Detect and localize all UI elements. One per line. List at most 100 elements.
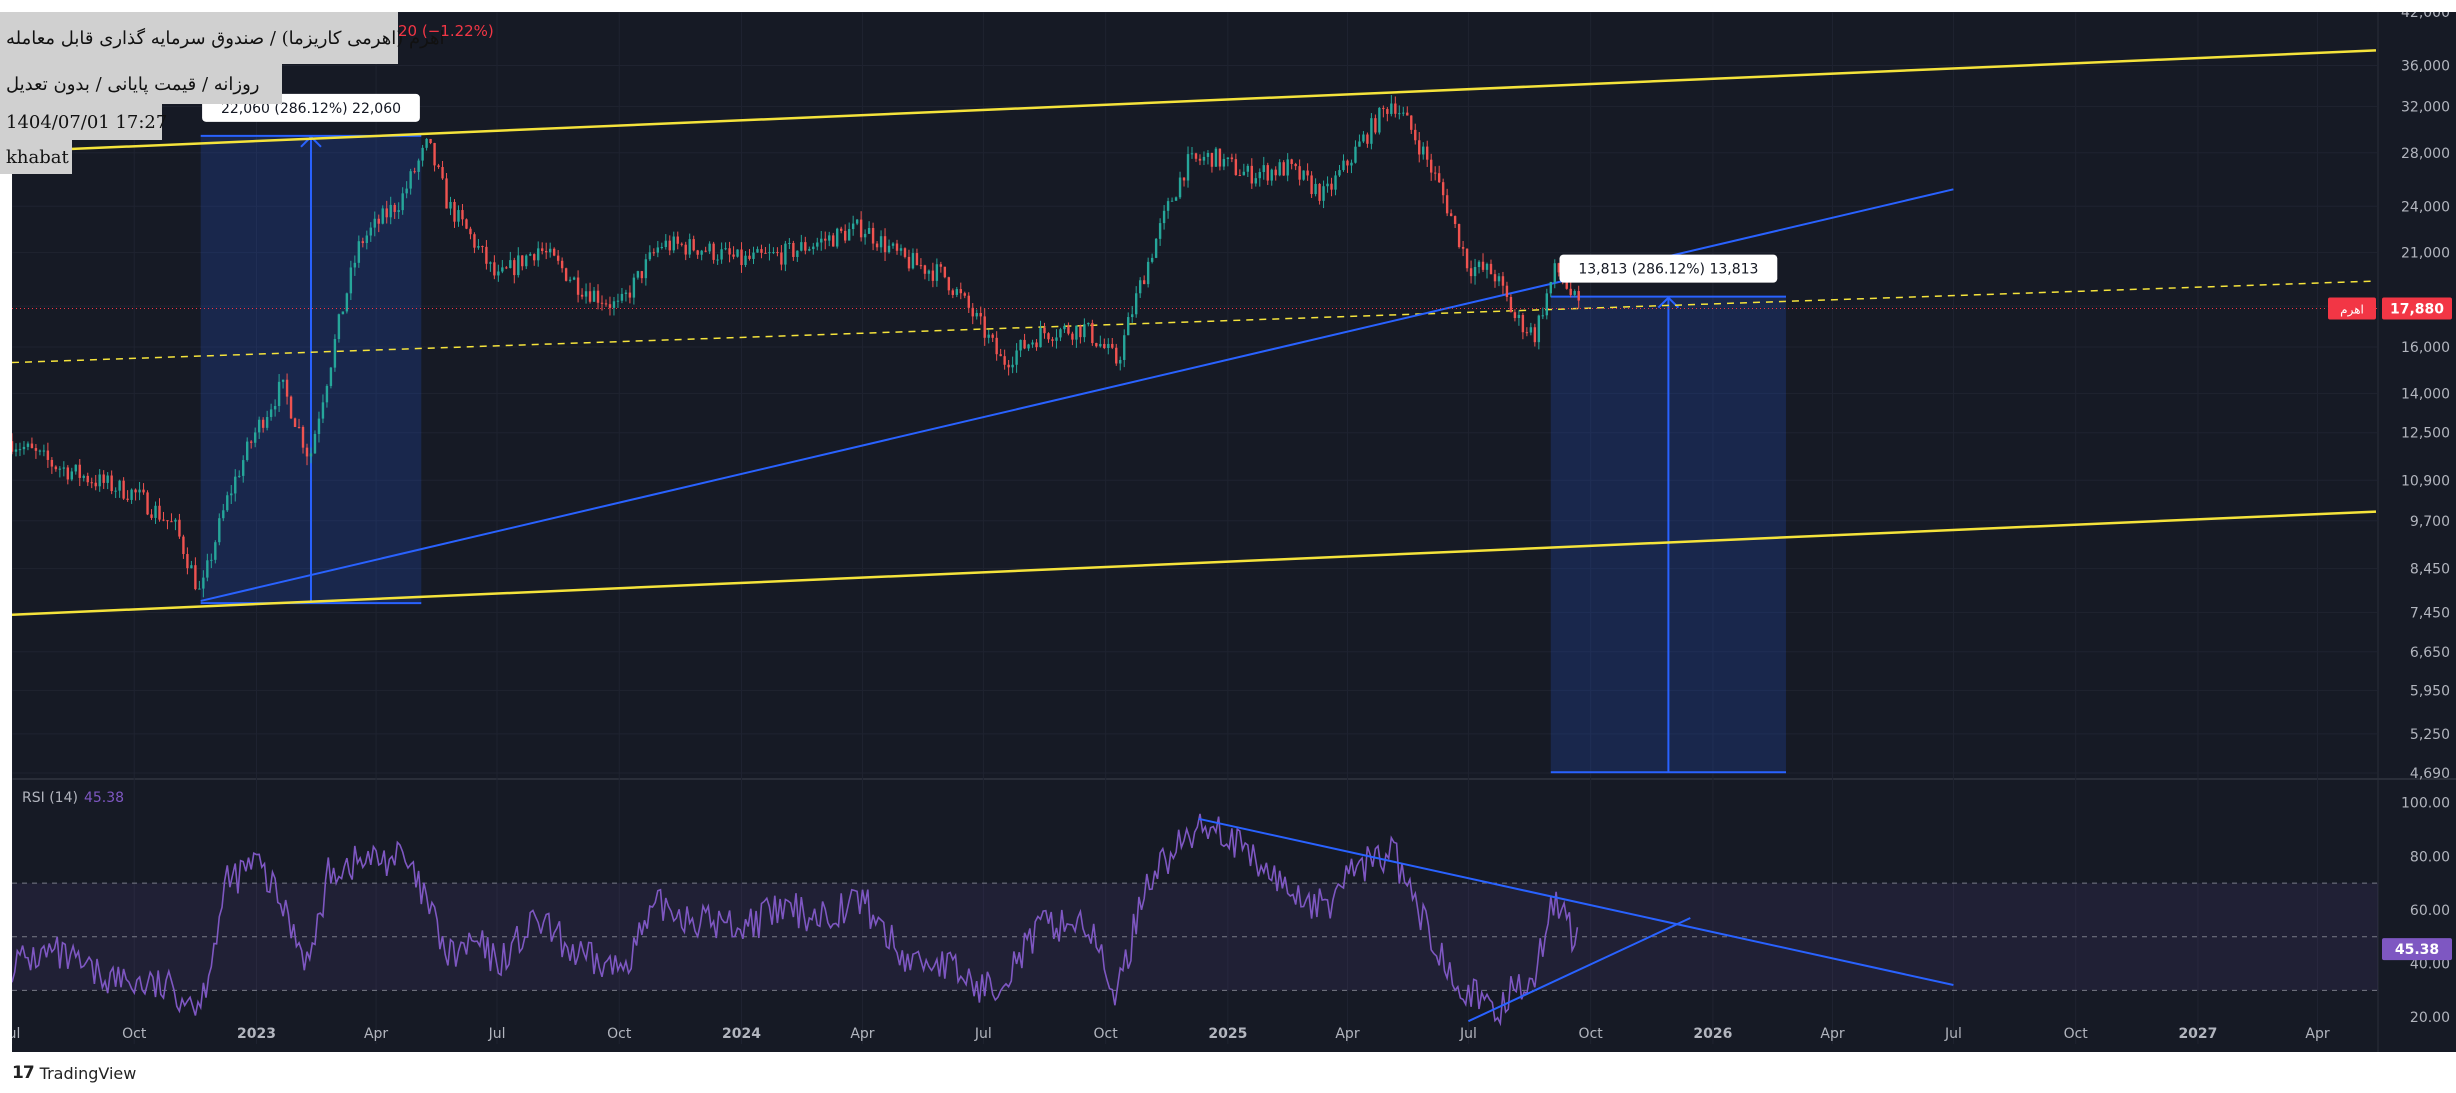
- candle-body[interactable]: [1134, 293, 1138, 315]
- candle-body[interactable]: [652, 252, 656, 254]
- candle-body[interactable]: [1541, 315, 1545, 317]
- candle-body[interactable]: [756, 249, 759, 253]
- candle-body[interactable]: [301, 426, 305, 448]
- candle-body[interactable]: [174, 519, 177, 522]
- candle-body[interactable]: [999, 354, 1002, 357]
- candle-body[interactable]: [273, 406, 277, 410]
- candle-body[interactable]: [50, 459, 54, 467]
- candle-body[interactable]: [1150, 257, 1154, 262]
- candle-body[interactable]: [170, 521, 173, 523]
- candle-body[interactable]: [329, 367, 333, 386]
- candle-body[interactable]: [1433, 172, 1437, 174]
- candle-body[interactable]: [748, 255, 751, 259]
- candle-body[interactable]: [1354, 146, 1357, 163]
- candle-body[interactable]: [955, 289, 959, 295]
- candle-body[interactable]: [1461, 247, 1465, 249]
- candle-body[interactable]: [760, 249, 763, 253]
- candle-body[interactable]: [672, 236, 675, 251]
- candle-body[interactable]: [1441, 182, 1445, 196]
- candle-body[interactable]: [118, 480, 121, 491]
- candle-body[interactable]: [712, 243, 715, 260]
- candle-body[interactable]: [341, 311, 345, 315]
- candle-body[interactable]: [1210, 152, 1214, 167]
- candle-body[interactable]: [86, 475, 89, 483]
- candle-body[interactable]: [1414, 129, 1417, 141]
- candle-body[interactable]: [230, 493, 233, 496]
- candle-body[interactable]: [1406, 112, 1409, 116]
- candle-body[interactable]: [337, 314, 341, 340]
- candle-body[interactable]: [700, 250, 703, 255]
- candle-body[interactable]: [772, 252, 775, 254]
- candle-body[interactable]: [560, 260, 564, 269]
- candle-body[interactable]: [919, 265, 923, 267]
- candle-body[interactable]: [1111, 343, 1114, 348]
- candle-body[interactable]: [1358, 141, 1361, 147]
- candle-body[interactable]: [1477, 261, 1481, 268]
- candle-body[interactable]: [1027, 344, 1030, 349]
- candle-body[interactable]: [847, 229, 851, 241]
- candle-body[interactable]: [684, 244, 687, 255]
- candle-body[interactable]: [995, 337, 998, 355]
- candle-body[interactable]: [1138, 280, 1142, 294]
- candle-body[interactable]: [1222, 159, 1226, 167]
- candle-body[interactable]: [62, 467, 66, 469]
- candle-body[interactable]: [74, 464, 77, 472]
- candle-body[interactable]: [592, 290, 596, 302]
- candle-body[interactable]: [150, 514, 153, 518]
- candle-body[interactable]: [839, 228, 843, 231]
- candle-body[interactable]: [1123, 335, 1126, 360]
- candle-body[interactable]: [381, 208, 384, 224]
- candle-body[interactable]: [947, 277, 951, 291]
- candle-body[interactable]: [30, 443, 34, 449]
- candle-body[interactable]: [1214, 148, 1218, 167]
- candle-body[interactable]: [1003, 356, 1006, 365]
- candle-body[interactable]: [1366, 134, 1369, 144]
- candle-body[interactable]: [54, 466, 58, 470]
- candle-body[interactable]: [473, 234, 476, 248]
- candle-body[interactable]: [1537, 315, 1541, 343]
- candle-body[interactable]: [1525, 332, 1529, 334]
- candle-body[interactable]: [1206, 152, 1210, 157]
- candle-body[interactable]: [1521, 314, 1525, 333]
- candle-body[interactable]: [1099, 343, 1102, 347]
- candle-body[interactable]: [568, 279, 572, 281]
- candle-body[interactable]: [1115, 347, 1118, 364]
- candle-body[interactable]: [58, 468, 62, 470]
- candle-body[interactable]: [855, 219, 859, 224]
- candle-body[interactable]: [927, 270, 931, 274]
- candle-body[interactable]: [158, 505, 161, 520]
- candle-body[interactable]: [369, 227, 372, 236]
- candle-body[interactable]: [297, 426, 301, 428]
- candle-body[interactable]: [875, 243, 879, 248]
- candle-body[interactable]: [457, 210, 460, 222]
- candle-body[interactable]: [433, 143, 436, 166]
- candle-body[interactable]: [277, 381, 281, 407]
- candle-body[interactable]: [178, 519, 181, 537]
- candle-body[interactable]: [138, 489, 141, 493]
- candle-body[interactable]: [437, 165, 440, 168]
- candle-body[interactable]: [1465, 248, 1469, 269]
- candle-body[interactable]: [493, 262, 496, 276]
- candle-body[interactable]: [393, 204, 396, 212]
- candle-body[interactable]: [716, 259, 719, 261]
- candle-body[interactable]: [465, 219, 468, 229]
- candle-body[interactable]: [580, 294, 584, 297]
- candle-body[interactable]: [744, 255, 747, 266]
- candle-body[interactable]: [644, 259, 648, 279]
- candle-body[interactable]: [967, 295, 970, 308]
- candle-body[interactable]: [612, 301, 616, 308]
- candle-body[interactable]: [18, 449, 22, 451]
- candle-body[interactable]: [525, 255, 528, 267]
- candle-body[interactable]: [931, 270, 935, 281]
- candle-body[interactable]: [238, 475, 241, 477]
- candle-body[interactable]: [509, 260, 512, 268]
- candle-body[interactable]: [1469, 268, 1473, 277]
- candle-body[interactable]: [246, 441, 249, 461]
- candle-body[interactable]: [1039, 327, 1042, 348]
- candle-body[interactable]: [517, 255, 520, 276]
- candle-body[interactable]: [1270, 169, 1273, 181]
- candle-body[interactable]: [1545, 293, 1549, 316]
- candle-body[interactable]: [907, 256, 911, 269]
- candle-body[interactable]: [253, 432, 257, 443]
- candle-body[interactable]: [983, 316, 986, 338]
